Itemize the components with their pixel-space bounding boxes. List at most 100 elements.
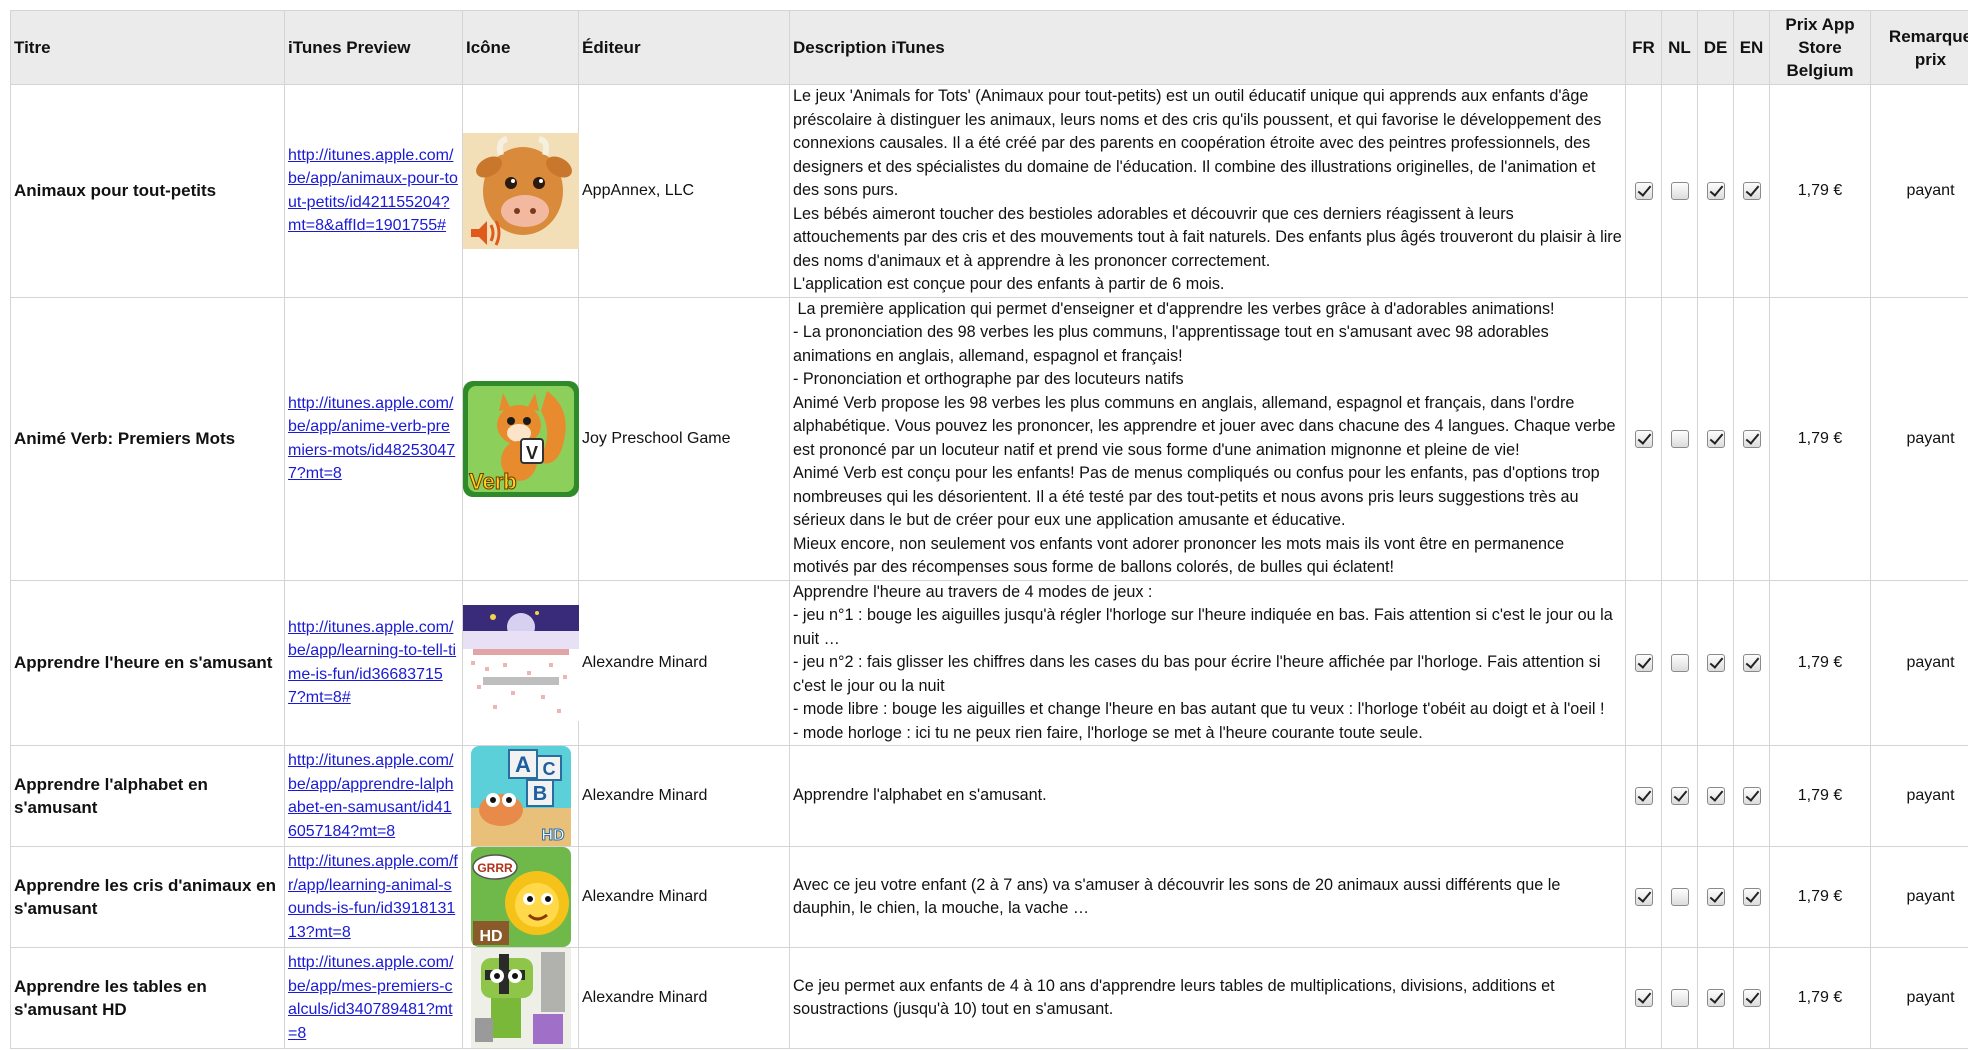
header-row: Titre iTunes Preview Icône Éditeur Descr… <box>10 10 1968 85</box>
checkbox-cell-en <box>1733 846 1770 948</box>
header-nl[interactable]: NL <box>1661 10 1698 85</box>
checkbox-nl[interactable] <box>1670 888 1689 907</box>
checkbox-cell-fr <box>1625 846 1662 948</box>
description-paragraph: Ce jeu permet aux enfants de 4 à 10 ans … <box>793 976 1560 1019</box>
checkbox-nl[interactable] <box>1670 181 1689 200</box>
preview-cell: http://itunes.apple.com/be/app/learning-… <box>284 579 463 746</box>
price-remark: payant <box>1870 846 1968 948</box>
checkbox-fr[interactable] <box>1634 787 1653 806</box>
header-en[interactable]: EN <box>1733 10 1770 85</box>
app-title: Animaux pour tout-petits <box>10 84 285 298</box>
header-preview[interactable]: iTunes Preview <box>284 10 463 85</box>
header-publisher[interactable]: Éditeur <box>578 10 790 85</box>
price: 1,79 € <box>1769 846 1871 948</box>
header-title[interactable]: Titre <box>10 10 285 85</box>
checkbox-en[interactable] <box>1742 653 1761 672</box>
checkbox-de[interactable] <box>1706 989 1725 1008</box>
description-paragraph: Apprendre l'alphabet en s'amusant. <box>793 786 1047 805</box>
itunes-preview-link[interactable]: http://itunes.apple.com/be/app/learning-… <box>288 619 456 707</box>
checkbox-cell-fr <box>1625 296 1662 581</box>
itunes-preview-link[interactable]: http://itunes.apple.com/be/app/apprendre… <box>288 752 453 840</box>
preview-cell: http://itunes.apple.com/be/app/mes-premi… <box>284 947 463 1049</box>
table-row: Animé Verb: Premiers Mots http://itunes.a… <box>10 296 1968 581</box>
checkbox-en[interactable] <box>1742 989 1761 1008</box>
checkbox-fr[interactable] <box>1634 181 1653 200</box>
publisher: AppAnnex, LLC <box>578 84 790 298</box>
description-paragraph: - mode libre : bouge les aiguilles et ch… <box>793 700 1605 718</box>
checkbox-en[interactable] <box>1742 429 1761 448</box>
publisher: Alexandre Minard <box>578 745 790 847</box>
header-fr[interactable]: FR <box>1625 10 1662 85</box>
app-title: Animé Verb: Premiers Mots <box>10 296 285 581</box>
price: 1,79 € <box>1769 296 1871 581</box>
publisher: Alexandre Minard <box>578 947 790 1049</box>
icon-cell: V Verb <box>462 296 579 581</box>
header-price[interactable]: Prix App Store Belgium <box>1769 10 1871 85</box>
description-paragraph: Animé Verb propose les 98 verbes les plu… <box>793 393 1621 459</box>
itunes-preview-link[interactable]: http://itunes.apple.com/be/app/anime-ver… <box>288 395 455 483</box>
checkbox-de[interactable] <box>1706 787 1725 806</box>
checkbox-cell-en <box>1733 296 1770 581</box>
icon-v-letter: V <box>526 443 538 463</box>
price-remark: payant <box>1870 84 1968 298</box>
checkbox-nl[interactable] <box>1670 787 1689 806</box>
header-de[interactable]: DE <box>1697 10 1734 85</box>
price: 1,79 € <box>1769 579 1871 746</box>
apps-table: Titre iTunes Preview Icône Éditeur Descr… <box>10 10 1968 1049</box>
checkbox-en[interactable] <box>1742 181 1761 200</box>
icon-cell <box>462 579 579 746</box>
header-description[interactable]: Description iTunes <box>789 10 1626 85</box>
checkbox-en[interactable] <box>1742 888 1761 907</box>
checkbox-fr[interactable] <box>1634 429 1653 448</box>
description-paragraph: Les bébés aimeront toucher des bestioles… <box>793 204 1627 270</box>
preview-cell: http://itunes.apple.com/be/app/apprendre… <box>284 745 463 847</box>
checkbox-de[interactable] <box>1706 181 1725 200</box>
checkbox-nl[interactable] <box>1670 429 1689 448</box>
description: Le jeux 'Animals for Tots' (Animaux pour… <box>789 84 1627 298</box>
table-row: Apprendre l'alphabet en s'amusant http://… <box>10 745 1968 847</box>
checkbox-nl[interactable] <box>1670 653 1689 672</box>
checkbox-cell-en <box>1733 947 1770 1049</box>
icon-grrr-text: GRRR <box>477 861 513 875</box>
itunes-preview-link[interactable]: http://itunes.apple.com/fr/app/learning-… <box>288 853 458 941</box>
checkbox-de[interactable] <box>1706 888 1725 907</box>
clock-game-icon <box>463 604 579 721</box>
itunes-preview-link[interactable]: http://itunes.apple.com/be/app/animaux-p… <box>288 147 458 235</box>
itunes-preview-link[interactable]: http://itunes.apple.com/be/app/mes-premi… <box>288 954 453 1042</box>
checkbox-en[interactable] <box>1742 787 1761 806</box>
publisher: Joy Preschool Game <box>578 296 790 581</box>
description-paragraph: La première application qui permet d'ens… <box>793 299 1555 318</box>
checkbox-cell-de <box>1697 84 1734 298</box>
description: Ce jeu permet aux enfants de 4 à 10 ans … <box>789 947 1626 1049</box>
table-row: Apprendre l'heure en s'amusant http://itu… <box>10 579 1968 746</box>
table-row: Animaux pour tout-petits http://itunes.ap… <box>10 84 1968 298</box>
math-monster-icon <box>470 948 571 1048</box>
description-paragraph: Apprendre l'heure au travers de 4 modes … <box>793 582 1153 601</box>
icon-hd-text: HD <box>479 928 502 945</box>
checkbox-cell-en <box>1733 84 1770 298</box>
price-remark: payant <box>1870 579 1968 746</box>
checkbox-fr[interactable] <box>1634 653 1653 672</box>
description-paragraph: L'application est conçue pour des enfant… <box>793 275 1225 293</box>
description: Apprendre l'heure au travers de 4 modes … <box>789 579 1626 746</box>
price-remark: payant <box>1870 745 1968 847</box>
icon-cell: A C B HD <box>462 745 579 847</box>
lion-grrr-icon: GRRR HD <box>470 847 571 947</box>
preview-cell: http://itunes.apple.com/be/app/anime-ver… <box>284 296 463 581</box>
squirrel-verb-icon: V Verb <box>463 380 579 497</box>
app-title: Apprendre l'heure en s'amusant <box>10 579 285 746</box>
header-remark[interactable]: Remarque prix <box>1870 10 1968 85</box>
checkbox-de[interactable] <box>1706 653 1725 672</box>
header-icon[interactable]: Icône <box>462 10 579 85</box>
icon-cell: GRRR HD <box>462 846 579 948</box>
checkbox-fr[interactable] <box>1634 989 1653 1008</box>
icon-hd-text: HD <box>541 827 564 844</box>
icon-verb-text: Verb <box>469 469 517 494</box>
checkbox-nl[interactable] <box>1670 989 1689 1008</box>
table-row: Apprendre les tables en s'amusant HD http… <box>10 947 1968 1049</box>
checkbox-cell-nl <box>1661 947 1698 1049</box>
preview-cell: http://itunes.apple.com/be/app/animaux-p… <box>284 84 463 298</box>
checkbox-cell-nl <box>1661 296 1698 581</box>
checkbox-fr[interactable] <box>1634 888 1653 907</box>
checkbox-de[interactable] <box>1706 429 1725 448</box>
